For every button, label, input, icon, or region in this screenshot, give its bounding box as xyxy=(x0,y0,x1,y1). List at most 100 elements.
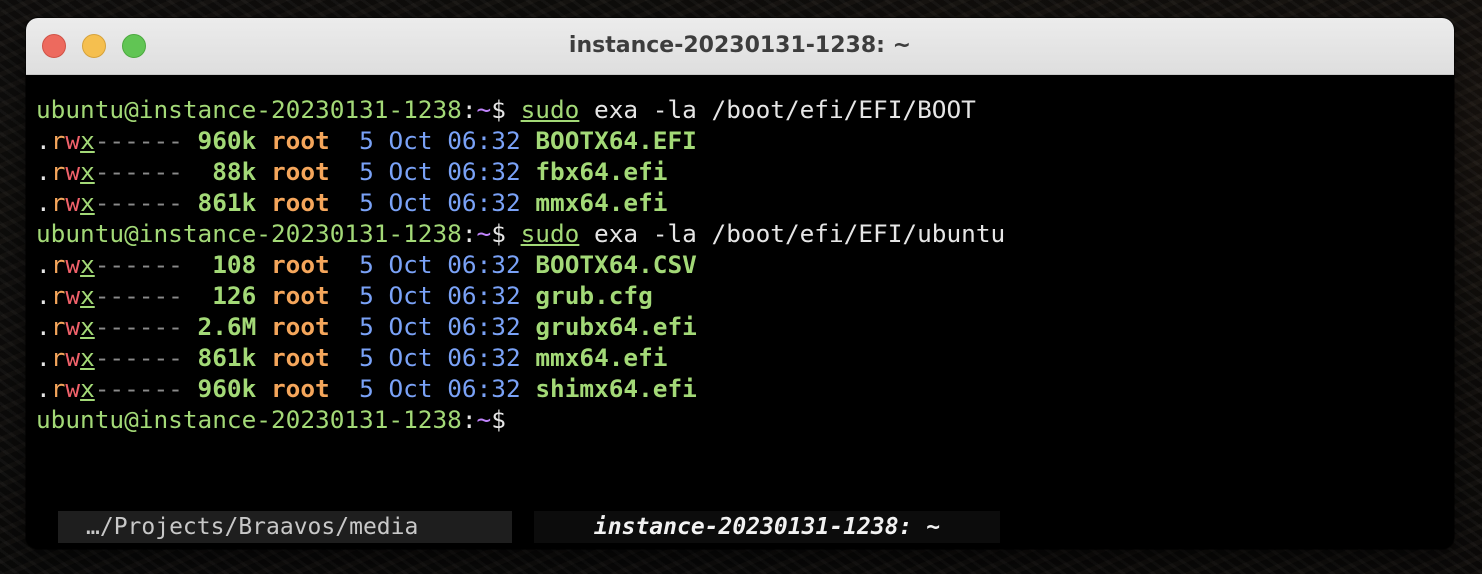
file-entry-row: .rwx------ 861k root 5 Oct 06:32 mmx64.e… xyxy=(36,187,1444,218)
file-owner: root xyxy=(270,281,330,310)
perm-type: . xyxy=(36,343,51,372)
perm-read: r xyxy=(50,157,66,186)
file-date: 5 Oct 06:32 xyxy=(344,281,521,310)
perm-exec: x xyxy=(80,188,95,217)
file-owner: root xyxy=(270,250,330,279)
prompt-separator: : xyxy=(461,95,477,124)
perm-write: w xyxy=(65,312,81,341)
perm-write: w xyxy=(65,281,81,310)
file-owner: root xyxy=(270,157,330,186)
perm-type: . xyxy=(36,312,51,341)
perm-type: . xyxy=(36,374,51,403)
file-entry-row: .rwx------ 2.6M root 5 Oct 06:32 grubx64… xyxy=(36,311,1444,342)
perm-exec: x xyxy=(80,343,95,372)
prompt-user-host: ubuntu@instance-20230131-1238 xyxy=(36,405,462,434)
perm-type: . xyxy=(36,157,51,186)
command-args: exa -la /boot/efi/EFI/BOOT xyxy=(579,95,976,124)
file-date: 5 Oct 06:32 xyxy=(344,374,521,403)
prompt-path: ~ xyxy=(476,405,492,434)
perm-type: . xyxy=(36,250,51,279)
file-entry-row: .rwx------ 126 root 5 Oct 06:32 grub.cfg xyxy=(36,280,1444,311)
file-size: 960k xyxy=(197,374,257,403)
perm-rest: ------ xyxy=(94,126,183,155)
file-owner: root xyxy=(270,126,330,155)
perm-rest: ------ xyxy=(94,374,183,403)
file-size: 960k xyxy=(197,126,257,155)
perm-rest: ------ xyxy=(94,343,183,372)
file-date: 5 Oct 06:32 xyxy=(344,157,521,186)
perm-type: . xyxy=(36,281,51,310)
terminal-output[interactable]: ubuntu@instance-20230131-1238:~$ sudo ex… xyxy=(36,94,1444,435)
perm-rest: ------ xyxy=(94,157,183,186)
file-date: 5 Oct 06:32 xyxy=(344,126,521,155)
file-entry-row: .rwx------ 960k root 5 Oct 06:32 BOOTX64… xyxy=(36,125,1444,156)
file-size: 861k xyxy=(197,343,257,372)
command-args: exa -la /boot/efi/EFI/ubuntu xyxy=(579,219,1006,248)
title-bar[interactable]: instance-20230131-1238: ~ xyxy=(26,18,1454,75)
prompt-user-host: ubuntu@instance-20230131-1238 xyxy=(36,219,462,248)
perm-write: w xyxy=(65,250,81,279)
perm-read: r xyxy=(50,312,66,341)
prompt-user-host: ubuntu@instance-20230131-1238 xyxy=(36,95,462,124)
file-date: 5 Oct 06:32 xyxy=(344,312,521,341)
prompt-separator: : xyxy=(461,219,477,248)
tab-bar: …/Projects/Braavos/media instance-202301… xyxy=(26,511,1454,549)
file-size: 88k xyxy=(197,157,257,186)
prompt-line: ubuntu@instance-20230131-1238:~$ sudo ex… xyxy=(36,218,1444,249)
file-size: 2.6M xyxy=(197,312,257,341)
prompt-line: ubuntu@instance-20230131-1238:~$ xyxy=(36,404,1444,435)
file-name: mmx64.efi xyxy=(535,188,668,217)
command-name: sudo xyxy=(520,95,580,124)
prompt-path: ~ xyxy=(476,219,492,248)
perm-rest: ------ xyxy=(94,281,183,310)
perm-read: r xyxy=(50,188,66,217)
perm-rest: ------ xyxy=(94,250,183,279)
file-date: 5 Oct 06:32 xyxy=(344,250,521,279)
perm-read: r xyxy=(50,374,66,403)
file-entry-row: .rwx------ 960k root 5 Oct 06:32 shimx64… xyxy=(36,373,1444,404)
prompt-symbol: $ xyxy=(491,219,506,248)
command-name: sudo xyxy=(520,219,580,248)
perm-read: r xyxy=(50,281,66,310)
prompt-path: ~ xyxy=(476,95,492,124)
perm-type: . xyxy=(36,188,51,217)
perm-exec: x xyxy=(80,126,95,155)
tab-projects-braavos-media[interactable]: …/Projects/Braavos/media xyxy=(58,511,512,543)
perm-write: w xyxy=(65,188,81,217)
window-title: instance-20230131-1238: ~ xyxy=(568,33,912,58)
tab-instance-home[interactable]: instance-20230131-1238: ~ xyxy=(534,511,1000,543)
perm-type: . xyxy=(36,126,51,155)
file-name: grubx64.efi xyxy=(535,312,697,341)
file-size: 126 xyxy=(197,281,257,310)
perm-read: r xyxy=(50,126,66,155)
perm-write: w xyxy=(65,343,81,372)
file-name: mmx64.efi xyxy=(535,343,668,372)
file-name: grub.cfg xyxy=(535,281,653,310)
file-owner: root xyxy=(270,343,330,372)
